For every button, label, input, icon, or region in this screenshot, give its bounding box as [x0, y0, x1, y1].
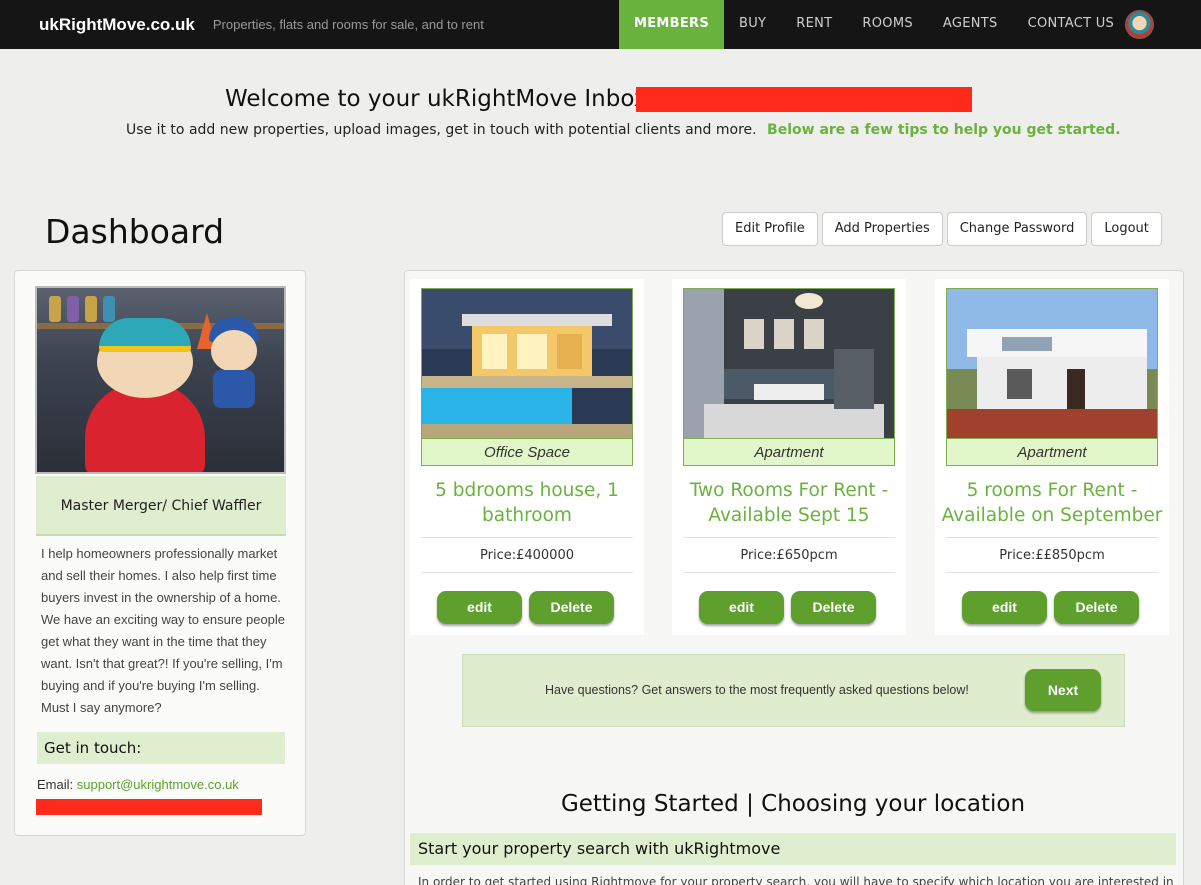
brand-logo[interactable]: ukRightMove.co.uk: [39, 15, 195, 35]
property-card: Office Space 5 bdrooms house, 1 bathroom…: [410, 279, 644, 635]
property-title[interactable]: 5 rooms For Rent - Available on Septembe…: [937, 478, 1167, 528]
email-label: Email:: [37, 777, 74, 792]
edit-button[interactable]: edit: [962, 591, 1047, 624]
getting-started-title: Getting Started | Choosing your location: [560, 791, 1026, 817]
get-in-touch-heading: Get in touch:: [37, 732, 285, 764]
page-title: Dashboard: [45, 212, 225, 251]
profile-picture: [35, 286, 286, 474]
properties-panel: Office Space 5 bdrooms house, 1 bathroom…: [404, 270, 1184, 885]
tips-link[interactable]: Below are a few tips to help you get sta…: [767, 122, 1120, 138]
email-link[interactable]: support@ukrightmove.co.uk: [77, 777, 239, 792]
redacted-username: [636, 87, 972, 112]
faq-banner: Have questions? Get answers to the most …: [462, 654, 1125, 727]
property-type: Apartment: [683, 439, 895, 466]
edit-profile-button[interactable]: Edit Profile: [722, 212, 818, 246]
redacted-contact: [36, 799, 262, 815]
welcome-subtitle: Use it to add new properties, upload ima…: [126, 122, 1121, 138]
dashboard-actions: Edit Profile Add Properties Change Passw…: [722, 212, 1162, 246]
property-type: Office Space: [421, 439, 633, 466]
property-image[interactable]: [683, 288, 895, 439]
nav-item-rent[interactable]: RENT: [781, 0, 847, 49]
email-row: Email: support@ukrightmove.co.uk: [37, 777, 239, 792]
top-navbar: ukRightMove.co.uk Properties, flats and …: [0, 0, 1201, 49]
nav-item-rooms[interactable]: ROOMS: [847, 0, 927, 49]
nav-item-buy[interactable]: BUY: [724, 0, 781, 49]
delete-button[interactable]: Delete: [1054, 591, 1139, 624]
profile-sidebar: Master Merger/ Chief Waffler I help home…: [14, 270, 306, 836]
property-title[interactable]: Two Rooms For Rent - Available Sept 15: [674, 478, 904, 528]
nav-item-contact-us[interactable]: CONTACT US: [1013, 0, 1130, 49]
profile-bio: I help homeowners professionally market …: [41, 546, 286, 715]
main-nav: MEMBERS BUY RENT ROOMS AGENTS CONTACT US: [619, 0, 1129, 49]
nav-item-members[interactable]: MEMBERS: [619, 0, 725, 49]
property-price: Price:££850pcm: [999, 548, 1105, 563]
change-password-button[interactable]: Change Password: [946, 212, 1088, 246]
property-image[interactable]: [421, 288, 633, 439]
welcome-title: Welcome to your ukRightMove Inbox: [225, 86, 648, 112]
property-image[interactable]: [946, 288, 1158, 439]
logout-button[interactable]: Logout: [1091, 212, 1162, 246]
edit-button[interactable]: edit: [699, 591, 784, 624]
property-card: Apartment 5 rooms For Rent - Available o…: [935, 279, 1169, 635]
delete-button[interactable]: Delete: [529, 591, 614, 624]
getting-started-text: In order to get started using Rightmove …: [418, 875, 1174, 885]
edit-button[interactable]: edit: [437, 591, 522, 624]
site-tagline: Properties, flats and rooms for sale, an…: [212, 17, 484, 32]
property-card: Apartment Two Rooms For Rent - Available…: [672, 279, 906, 635]
user-avatar-icon[interactable]: [1125, 10, 1154, 39]
getting-started-bar: Start your property search with ukRightm…: [410, 833, 1176, 865]
profile-role: Master Merger/ Chief Waffler: [36, 476, 286, 536]
delete-button[interactable]: Delete: [791, 591, 876, 624]
property-type: Apartment: [946, 439, 1158, 466]
nav-item-agents[interactable]: AGENTS: [928, 0, 1013, 49]
property-price: Price:£400000: [480, 548, 574, 563]
property-title[interactable]: 5 bdrooms house, 1 bathroom: [412, 478, 642, 528]
next-button[interactable]: Next: [1025, 669, 1101, 711]
welcome-subtitle-text: Use it to add new properties, upload ima…: [126, 122, 757, 138]
faq-text: Have questions? Get answers to the most …: [545, 683, 969, 697]
property-price: Price:£650pcm: [740, 548, 838, 563]
add-properties-button[interactable]: Add Properties: [821, 212, 943, 246]
